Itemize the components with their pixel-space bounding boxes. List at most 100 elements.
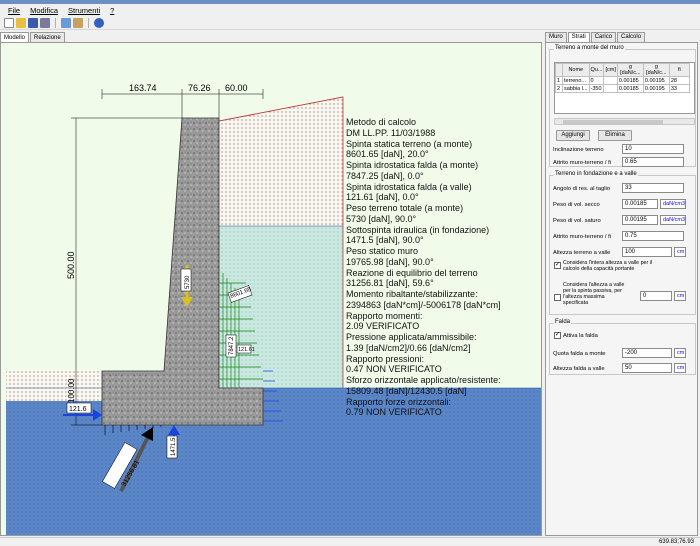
scrollbar-thumb[interactable] [563, 120, 663, 124]
paste-icon[interactable] [73, 17, 83, 28]
toolbar-separator [88, 17, 89, 28]
column-header[interactable]: Qu... [588, 63, 605, 77]
result-line: 1.39 [daN/cm2]/0.66 [daN/cm2] [346, 342, 471, 353]
column-header [555, 63, 563, 77]
check-attiva-falda[interactable]: ✓ [554, 332, 561, 339]
altezza-valle-input[interactable]: 100 [622, 247, 672, 257]
inclinazione-label: Inclinazione terreno [553, 147, 604, 153]
result-line: Spinta statica terreno (a monte) [346, 138, 473, 149]
check-intera-altezza[interactable]: ✓ [554, 262, 561, 269]
table-cell[interactable]: sabbia l... [562, 84, 590, 93]
peso-secco-input[interactable]: 0.00185 [622, 199, 658, 209]
attrito-monte-input[interactable]: 0.65 [622, 157, 684, 167]
menu-strumenti[interactable]: Strumenti [68, 6, 100, 15]
altezza-valle-unit[interactable]: cm [674, 247, 686, 257]
table-cell[interactable]: terreno... [562, 76, 590, 85]
spinta-passiva-input[interactable]: 0 [640, 291, 672, 301]
group-title: Terreno a monte del muro [554, 45, 625, 51]
add-layer-button[interactable]: Aggiungi [556, 130, 590, 141]
info-icon[interactable] [94, 17, 104, 28]
table-cell: 2 [555, 84, 563, 93]
result-line: 7847.25 [daN], 0.0° [346, 170, 424, 181]
drawing-canvas[interactable]: 163.74 76.26 60.00 500.00 100.00 121.6 3… [0, 42, 542, 536]
attrito-monte-label: Attrito muro-terreno / fi [553, 160, 611, 166]
spinta-passiva-unit[interactable]: cm [674, 291, 686, 301]
result-line: 31256.81 [daN], 59.6° [346, 278, 434, 289]
result-line: Momento ribaltante/stabilizzante: [346, 289, 478, 299]
column-header[interactable]: g [daN/c... [642, 63, 670, 77]
dim-label-3: 60.00 [225, 83, 248, 93]
group-falda: Falda ✓ Attiva la falda Quota falda a mo… [549, 319, 696, 375]
table-cell[interactable] [603, 76, 618, 85]
result-line: 1471.5 [daN], 90.0° [346, 235, 424, 246]
quota-falda-unit[interactable]: cm [674, 348, 686, 358]
dim-label-base: 100.00 [67, 378, 76, 403]
attrito-fondazione-input[interactable]: 0.75 [622, 231, 684, 241]
table-cell[interactable]: 0 [588, 76, 605, 85]
result-line: DM LL.PP. 11/03/1988 [346, 127, 436, 138]
result-line: Spinta idrostatica falda (a valle) [346, 181, 472, 192]
peso-saturo-unit[interactable]: daN/cm3 [660, 215, 686, 225]
properties-panel: Muro Strati Carico Calcolo Terreno a mon… [545, 32, 700, 536]
print-icon[interactable] [40, 17, 50, 28]
group-title: Falda [554, 319, 572, 325]
dim-label-1: 163.74 [129, 83, 157, 93]
quota-falda-input[interactable]: -200 [622, 348, 672, 358]
check-intera-altezza-label-2: calcolo della capacità portante [563, 266, 635, 272]
column-header[interactable]: fi [668, 63, 690, 77]
result-line: 2394863 [daN*cm]/-5006178 [daN*cm] [346, 299, 501, 310]
result-line: Metodo di calcolo [346, 117, 417, 127]
inclinazione-input[interactable]: 10 [622, 144, 684, 154]
table-cell[interactable]: 0.00195 [642, 84, 670, 93]
tab-calcolo[interactable]: Calcolo [617, 32, 646, 42]
table-cell[interactable]: 28 [668, 76, 690, 85]
tab-relazione[interactable]: Relazione [30, 32, 65, 42]
save-icon[interactable] [28, 17, 38, 28]
angolo-input[interactable]: 33 [622, 183, 684, 193]
menu-bar: File Modifica Strumenti ? [0, 4, 700, 16]
quota-falda-label: Quota falda a monte [553, 351, 606, 357]
table-cell[interactable]: 0.00185 [616, 84, 644, 93]
table-cell[interactable]: 33 [668, 84, 690, 93]
tab-strati[interactable]: Strati [567, 32, 590, 42]
column-header[interactable]: g [daN/c... [616, 63, 644, 77]
altezza-falda-unit[interactable]: cm [674, 363, 686, 373]
document-tabs: Modello Relazione [0, 32, 66, 42]
table-row[interactable]: 2 sabbia l... -350 0.00185 0.00195 33 [555, 84, 690, 93]
panel-tabs: Muro Strati Carico Calcolo [545, 32, 700, 42]
result-line: Reazione di equilibrio del terreno [346, 267, 478, 278]
delete-layer-button[interactable]: Elimina [598, 130, 632, 141]
tab-modello[interactable]: Modello [0, 32, 30, 42]
status-bar: 639.83;76.93 [0, 537, 700, 546]
menu-file[interactable]: File [8, 6, 20, 15]
result-line: 8601.65 [daN], 20.0° [346, 149, 429, 160]
open-icon[interactable] [16, 17, 26, 28]
menu-help[interactable]: ? [110, 6, 114, 15]
copy-icon[interactable] [61, 17, 71, 28]
table-cell[interactable]: 0.00185 [616, 76, 644, 85]
layers-table[interactable]: Nome Qu... [cm] g [daN/c... g [daN/c... … [554, 62, 695, 114]
check-spinta-passiva[interactable] [554, 294, 561, 301]
toolbar-separator [55, 17, 56, 28]
altezza-falda-input[interactable]: 50 [622, 363, 672, 373]
new-icon[interactable] [4, 17, 14, 28]
column-header[interactable]: Nome [562, 63, 590, 77]
result-line: 15809.48 [daN]/12430.5 [daN] [346, 385, 467, 396]
svg-text:5730: 5730 [185, 275, 191, 289]
result-line: Pressione applicata/ammissibile: [346, 332, 477, 342]
tab-muro[interactable]: Muro [545, 32, 567, 42]
group-terreno-fondazione: Terreno in fondazione e a valle Angolo d… [549, 171, 696, 315]
force-arrow-water-valle: 121.61 [236, 344, 255, 354]
svg-text:1471.5: 1471.5 [171, 437, 177, 456]
tab-carico[interactable]: Carico [590, 32, 617, 42]
peso-saturo-input[interactable]: 0.00195 [622, 215, 658, 225]
table-row[interactable]: 1 terreno... 0 0.00185 0.00195 28 [555, 76, 690, 85]
column-header[interactable]: [cm] [603, 63, 618, 77]
menu-modifica[interactable]: Modifica [30, 6, 58, 15]
table-cell[interactable]: -350 [588, 84, 605, 93]
table-cell[interactable] [603, 84, 618, 93]
results-text: Metodo di calcolo DM LL.PP. 11/03/1988 S… [346, 117, 541, 418]
table-cell[interactable]: 0.00195 [642, 76, 670, 85]
peso-secco-unit[interactable]: daN/cm3 [660, 199, 686, 209]
table-scrollbar[interactable] [554, 118, 695, 125]
